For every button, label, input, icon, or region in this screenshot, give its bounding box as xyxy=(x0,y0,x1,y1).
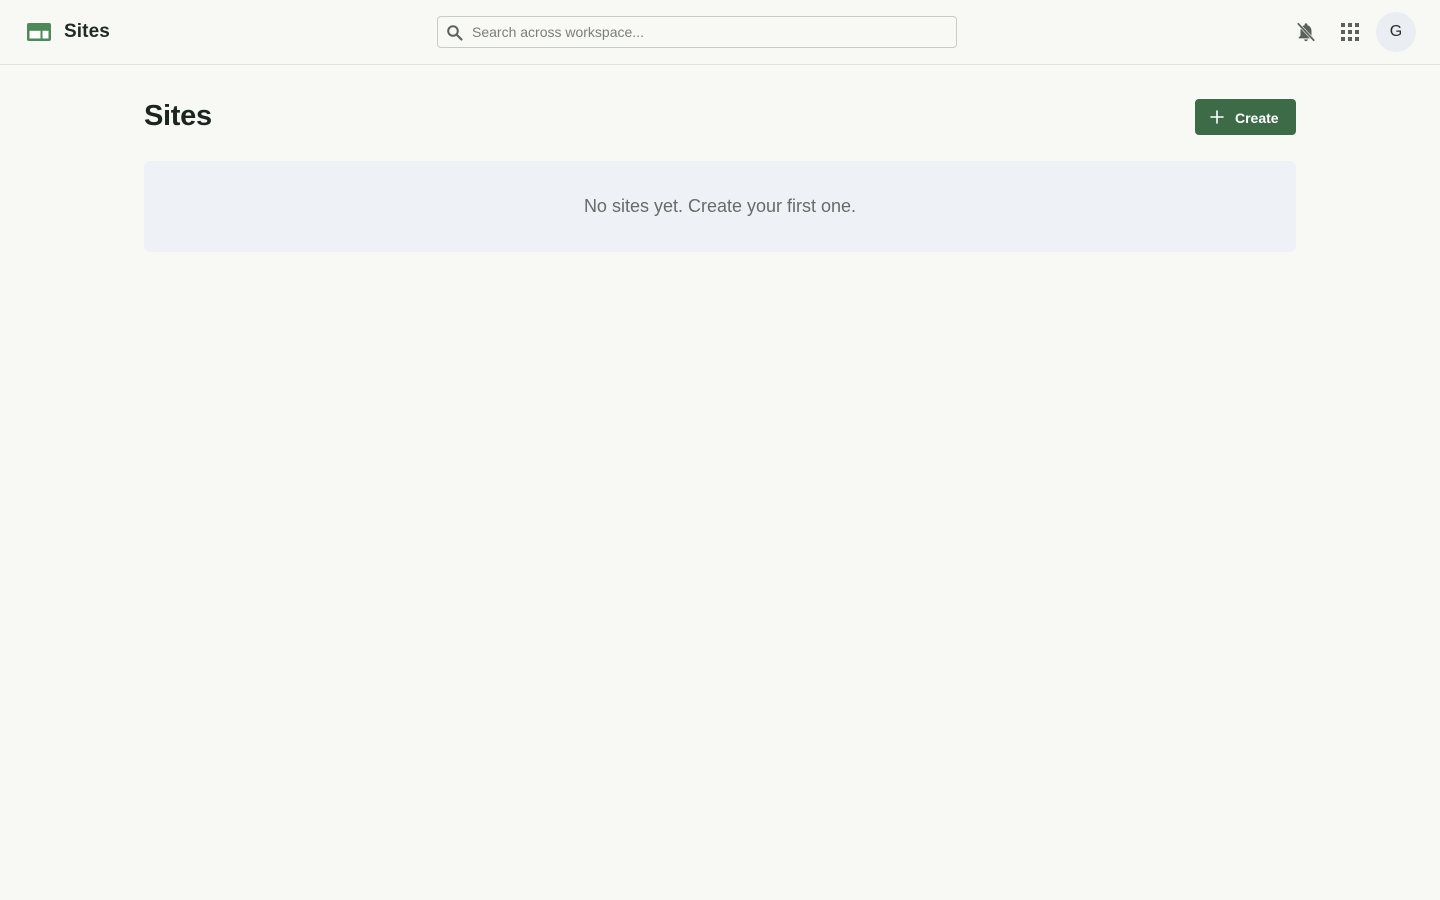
top-bar: Sites G xyxy=(0,0,1440,65)
search-input[interactable] xyxy=(472,17,952,47)
empty-state-panel: No sites yet. Create your first one. xyxy=(144,161,1296,252)
plus-icon xyxy=(1210,110,1224,124)
apps-grid-icon xyxy=(1341,23,1359,41)
create-button[interactable]: Create xyxy=(1195,99,1296,135)
app-brand[interactable]: Sites xyxy=(26,19,110,45)
user-avatar[interactable]: G xyxy=(1376,12,1416,52)
workspace-search xyxy=(437,16,957,48)
notifications-button[interactable] xyxy=(1290,16,1322,48)
page-title: Sites xyxy=(144,100,212,132)
empty-state-message: No sites yet. Create your first one. xyxy=(583,196,857,216)
apps-button[interactable] xyxy=(1334,16,1366,48)
bell-off-icon xyxy=(1297,22,1315,42)
sites-icon xyxy=(27,23,51,41)
create-button-label: Create xyxy=(1235,110,1279,126)
app-name: Sites xyxy=(64,21,110,42)
avatar-initial: G xyxy=(1389,23,1403,40)
search-icon xyxy=(447,25,463,41)
